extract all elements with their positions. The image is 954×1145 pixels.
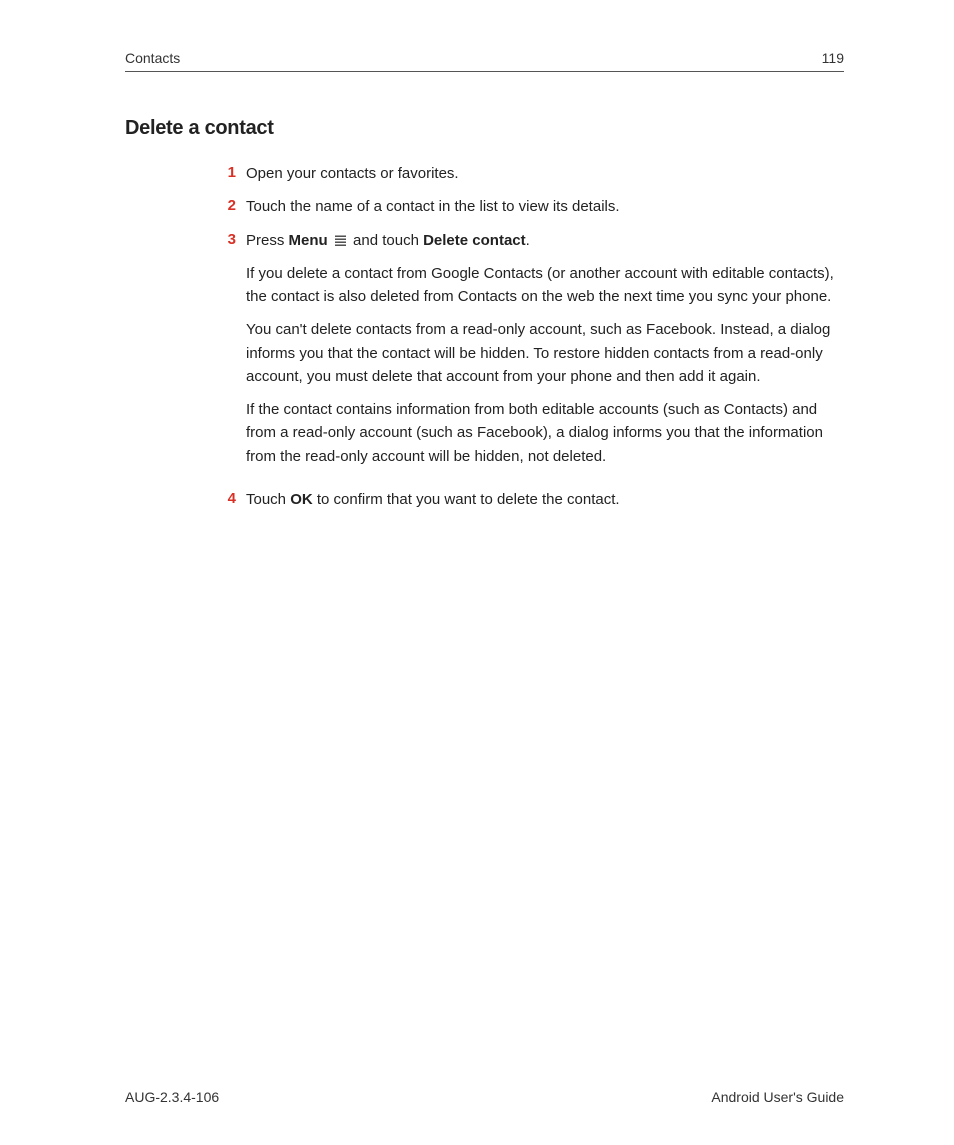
header-page-number: 119 [822,50,844,66]
step-1: 1 Open your contacts or favorites. [220,162,844,185]
step-text: Touch the name of a contact in the list … [246,195,844,218]
page-footer: AUG-2.3.4-106 Android User's Guide [125,1079,844,1105]
step-number: 4 [220,488,246,511]
step-number: 1 [220,162,246,185]
content-body: 1 Open your contacts or favorites. 2 Tou… [125,162,844,1079]
doc-page: Contacts 119 Delete a contact 1 Open you… [0,0,954,1145]
section-title: Delete a contact [125,117,844,140]
step-3: 3 Press Menu and touch Delete contact. I… [220,229,844,478]
header-section: Contacts [125,50,180,66]
step-paragraph: You can't delete contacts from a read-on… [246,318,844,388]
ok-label: OK [290,491,313,508]
step-instruction: Touch OK to confirm that you want to del… [246,488,844,511]
step-number: 3 [220,229,246,252]
step-paragraph: If the contact contains information from… [246,398,844,468]
step-text: Open your contacts or favorites. [246,162,844,185]
footer-doc-title: Android User's Guide [711,1089,844,1105]
step-instruction: Press Menu and touch Delete contact. [246,229,844,252]
footer-doc-id: AUG-2.3.4-106 [125,1089,219,1105]
menu-label: Menu [289,232,328,249]
step-4: 4 Touch OK to confirm that you want to d… [220,488,844,521]
step-2: 2 Touch the name of a contact in the lis… [220,195,844,218]
step-text: Touch OK to confirm that you want to del… [246,488,844,521]
menu-icon [334,235,347,246]
step-paragraph: If you delete a contact from Google Cont… [246,262,844,309]
delete-contact-label: Delete contact [423,232,526,249]
step-number: 2 [220,195,246,218]
step-text: Press Menu and touch Delete contact. If … [246,229,844,478]
page-header: Contacts 119 [125,50,844,72]
